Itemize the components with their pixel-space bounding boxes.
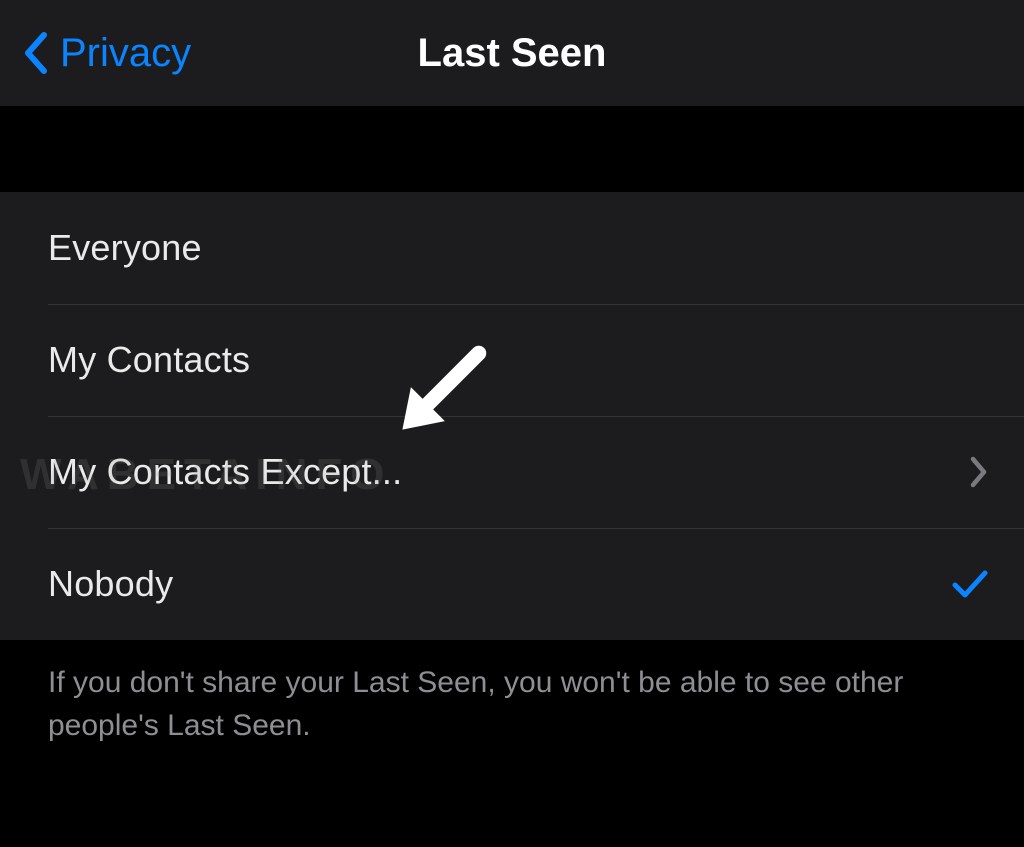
chevron-left-icon: [22, 31, 50, 75]
chevron-right-icon: [970, 456, 988, 488]
option-label: Nobody: [48, 563, 173, 605]
options-list: Everyone My Contacts My Contacts Except.…: [0, 192, 1024, 640]
nav-bar: Privacy Last Seen: [0, 0, 1024, 106]
checkmark-icon: [952, 568, 988, 600]
back-button[interactable]: Privacy: [0, 31, 191, 76]
option-my-contacts[interactable]: My Contacts: [0, 304, 1024, 416]
option-everyone[interactable]: Everyone: [0, 192, 1024, 304]
option-label: My Contacts Except...: [48, 451, 402, 493]
footer-note: If you don't share your Last Seen, you w…: [0, 640, 1024, 747]
option-nobody[interactable]: Nobody: [0, 528, 1024, 640]
option-label: Everyone: [48, 227, 202, 269]
section-spacer: [0, 106, 1024, 192]
back-label: Privacy: [60, 31, 191, 76]
option-label: My Contacts: [48, 339, 250, 381]
option-my-contacts-except[interactable]: My Contacts Except...: [0, 416, 1024, 528]
